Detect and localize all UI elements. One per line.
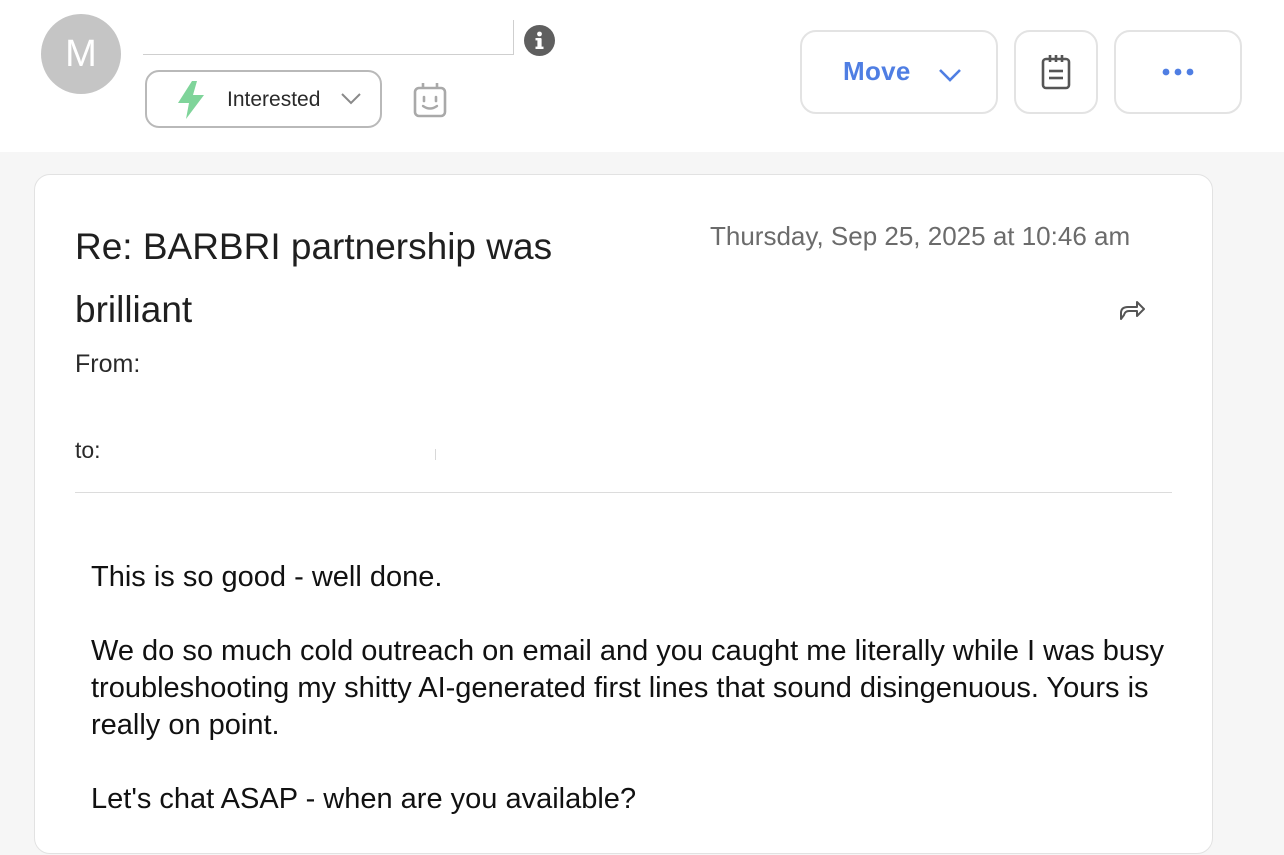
email-date: Thursday, Sep 25, 2025 at 10:46 am bbox=[710, 221, 1131, 251]
divider bbox=[75, 492, 1172, 493]
lightning-bolt-icon bbox=[178, 81, 204, 119]
robot-icon[interactable] bbox=[412, 82, 448, 118]
top-toolbar: M Interested Move bbox=[0, 0, 1284, 152]
email-subject: Re: BARBRI partnership was brilliant bbox=[75, 226, 553, 330]
forward-icon[interactable] bbox=[1117, 295, 1147, 325]
email-paragraph: We do so much cold outreach on email and… bbox=[91, 635, 1165, 741]
info-icon[interactable] bbox=[524, 25, 555, 56]
ellipsis-icon bbox=[1162, 68, 1194, 76]
to-label: to: bbox=[75, 437, 101, 463]
notes-button[interactable] bbox=[1014, 30, 1098, 114]
lead-status-dropdown[interactable]: Interested bbox=[145, 70, 382, 128]
chevron-down-icon bbox=[341, 93, 361, 105]
email-paragraph: Let's chat ASAP - when are you available… bbox=[91, 783, 637, 815]
more-options-button[interactable] bbox=[1114, 30, 1242, 114]
email-body: This is so good - well done. We do so mu… bbox=[91, 559, 1171, 855]
notepad-icon bbox=[1041, 55, 1071, 90]
move-button-label: Move bbox=[843, 56, 911, 86]
email-paragraph: This is so good - well done. bbox=[91, 561, 443, 593]
chevron-down-icon bbox=[939, 69, 961, 82]
from-label: From: bbox=[75, 350, 141, 378]
contact-name-field[interactable] bbox=[143, 20, 514, 55]
email-card: Re: BARBRI partnership was brilliant Thu… bbox=[34, 174, 1213, 854]
move-button[interactable]: Move bbox=[800, 30, 998, 114]
recipient-redacted bbox=[435, 449, 436, 460]
avatar[interactable]: M bbox=[41, 14, 121, 94]
lead-status-label: Interested bbox=[227, 88, 321, 111]
